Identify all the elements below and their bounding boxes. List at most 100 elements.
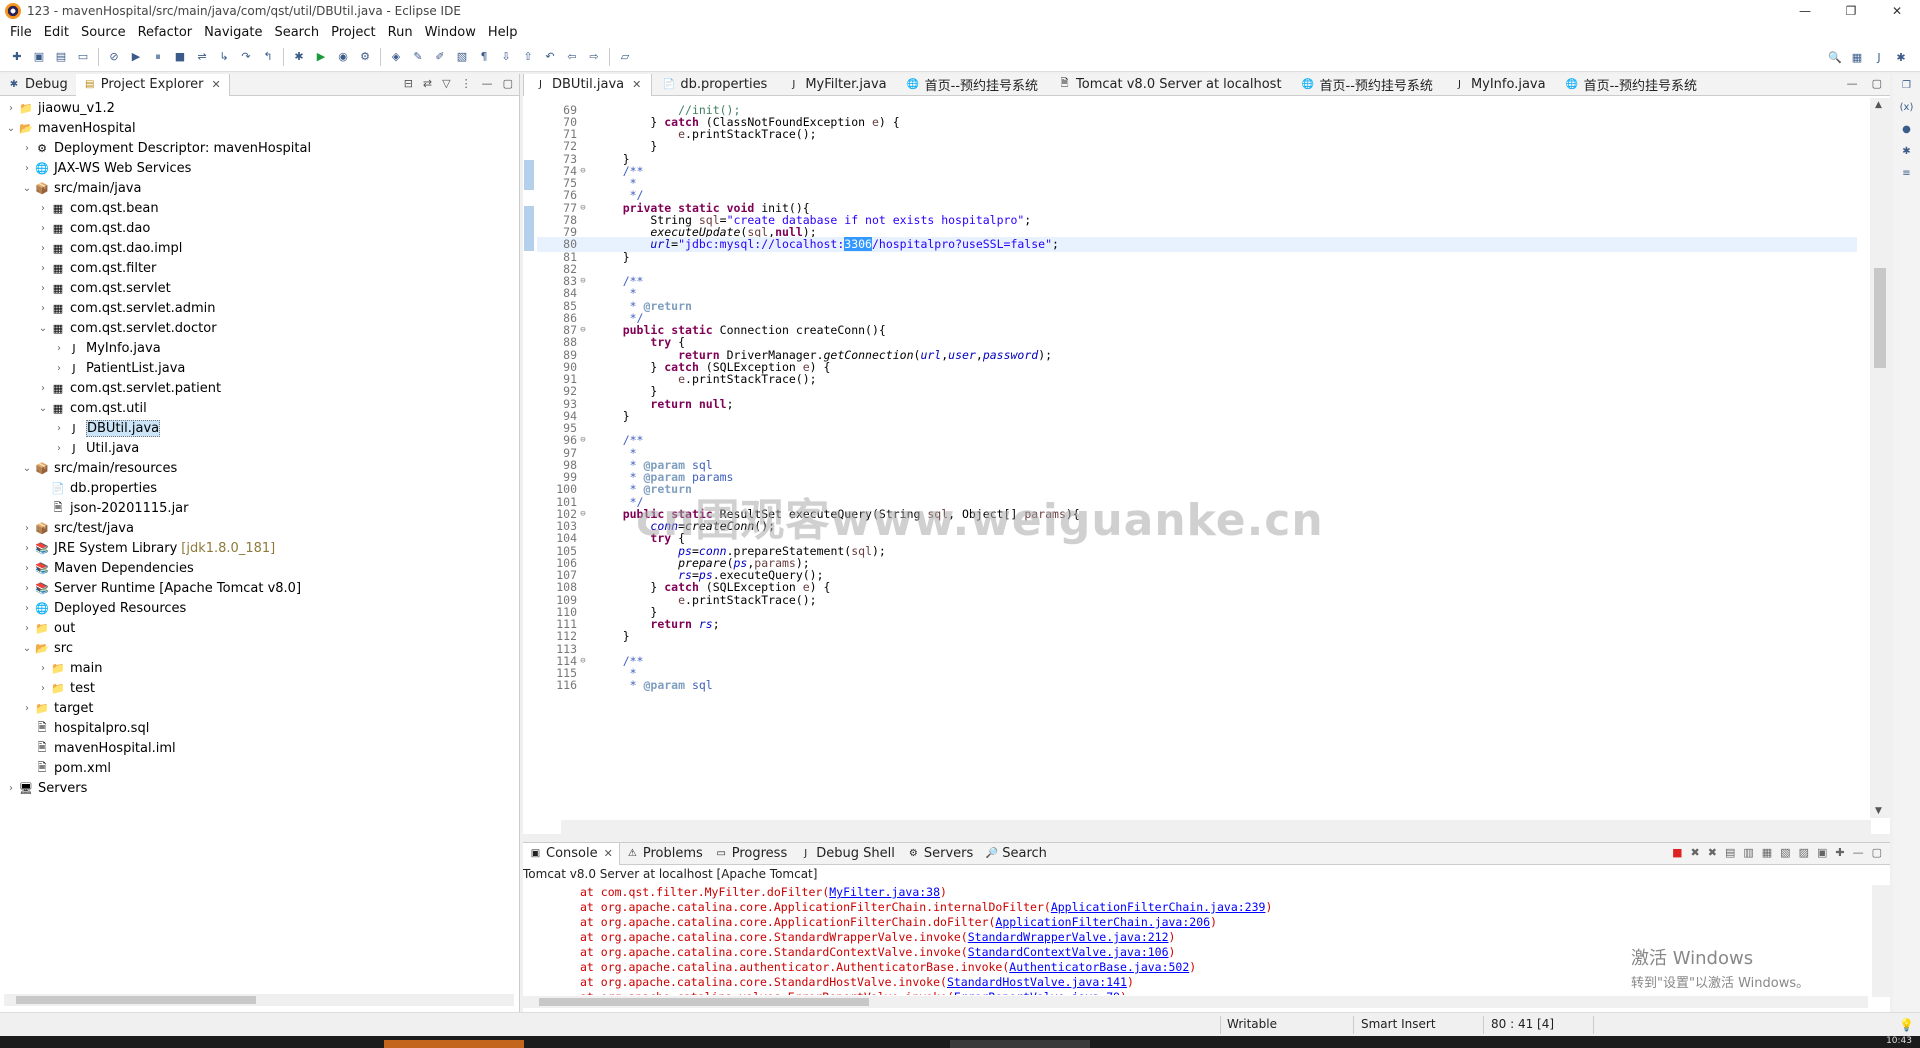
new-icon[interactable]: ✚ [8,48,26,66]
open-console-icon[interactable]: ✚ [1835,846,1844,859]
save-icon[interactable]: ▣ [30,48,48,66]
source-link[interactable]: ApplicationFilterChain.java:239 [1051,900,1266,914]
disconnect-icon[interactable]: ⇌ [193,48,211,66]
menu-source[interactable]: Source [75,25,132,40]
outline-icon[interactable]: ≡ [1899,168,1915,184]
collapsed-twistie-icon[interactable]: › [52,443,66,454]
editor-tab[interactable]: 🌐 首页--预约挂号系统 [1556,74,1707,96]
minimize-icon[interactable]: — [1847,77,1858,90]
step-return-icon[interactable]: ↰ [259,48,277,66]
editor-tab[interactable]: 🌐 首页--预约挂号系统 [897,74,1048,96]
collapsed-twistie-icon[interactable]: › [4,783,18,794]
menu-project[interactable]: Project [325,25,381,40]
resume-icon[interactable]: ▶ [127,48,145,66]
menu-navigate[interactable]: Navigate [198,25,268,40]
tree-item[interactable]: › J PatientList.java [0,358,518,378]
run-icon[interactable]: ▶ [312,48,330,66]
block-selection-icon[interactable]: ▧ [453,48,471,66]
link-editor-icon[interactable]: ⇄ [423,77,432,90]
suspend-icon[interactable]: ⏸ [149,48,167,66]
fold-toggle-icon[interactable]: ⊖ [577,656,589,666]
collapsed-twistie-icon[interactable]: › [20,543,34,554]
collapsed-twistie-icon[interactable]: › [4,103,18,114]
vertical-scrollbar[interactable]: ▲ ▼ [1870,98,1890,818]
step-into-icon[interactable]: ↳ [215,48,233,66]
coverage-icon[interactable]: ◉ [334,48,352,66]
scroll-up-icon[interactable]: ▲ [1875,100,1882,110]
tree-item[interactable]: › J DBUtil.java [0,418,518,438]
taskbar-active-app[interactable] [384,1040,524,1048]
minimize-icon[interactable]: — [1853,846,1864,859]
last-edit-icon[interactable]: ↶ [541,48,559,66]
menu-window[interactable]: Window [419,25,482,40]
tree-item[interactable]: › 📁 test [0,678,518,698]
horizontal-scrollbar[interactable] [561,820,1871,834]
collapsed-twistie-icon[interactable]: › [36,263,50,274]
next-annotation-icon[interactable]: ⇩ [497,48,515,66]
show-on-output-icon[interactable]: ▧ [1780,846,1790,859]
filter-icon[interactable]: ▽ [442,77,450,90]
horizontal-scrollbar[interactable] [4,994,514,1006]
tree-item[interactable]: › 📁 jiaowu_v1.2 [0,98,518,118]
clear-console-icon[interactable]: ▤ [1725,846,1735,859]
console-tab[interactable]: J Debug Shell [793,843,901,865]
open-perspective-icon[interactable]: ▦ [1848,48,1866,66]
mark-occurrences-icon[interactable]: ✐ [431,48,449,66]
collapsed-twistie-icon[interactable]: › [20,603,34,614]
expanded-twistie-icon[interactable]: ⌄ [20,463,34,474]
tree-item[interactable]: › ▦ com.qst.dao.impl [0,238,518,258]
editor-tab[interactable]: J DBUtil.java ✕ [523,73,653,96]
close-icon[interactable]: ✕ [604,847,613,860]
tree-item[interactable]: ⌄ ▦ com.qst.util [0,398,518,418]
restore-button[interactable]: ❐ [1828,0,1874,22]
display-console-icon[interactable]: ▣ [1817,846,1827,859]
tree-item[interactable]: › 📁 main [0,658,518,678]
prev-annotation-icon[interactable]: ⇧ [519,48,537,66]
collapsed-twistie-icon[interactable]: › [36,303,50,314]
search-icon[interactable]: 🔍 [1826,48,1844,66]
remove-launch-icon[interactable]: ✖ [1691,846,1700,859]
collapsed-twistie-icon[interactable]: › [52,343,66,354]
collapsed-twistie-icon[interactable]: › [20,583,34,594]
tree-item[interactable]: › ▦ com.qst.servlet.admin [0,298,518,318]
tab-project-explorer[interactable]: ▤ Project Explorer ✕ [75,73,230,96]
terminate-icon[interactable]: ■ [171,48,189,66]
source-link[interactable]: StandardWrapperValve.java:212 [968,930,1169,944]
tree-item[interactable]: › ▦ com.qst.servlet [0,278,518,298]
scroll-thumb[interactable] [16,996,256,1004]
tree-item[interactable]: › 🌐 JAX-WS Web Services [0,158,518,178]
pin-console-icon[interactable]: ▨ [1799,846,1809,859]
terminal-icon[interactable]: ▭ [74,48,92,66]
fold-toggle-icon[interactable]: ⊖ [577,325,589,335]
maximize-icon[interactable]: ▢ [1872,846,1882,859]
tree-item[interactable]: › 📚 JRE System Library [jdk1.8.0_181] [0,538,518,558]
tree-item[interactable]: ⌄ 📦 src/main/java [0,178,518,198]
tree-item[interactable]: 🗎 pom.xml [0,758,518,778]
back-icon[interactable]: ⇦ [563,48,581,66]
menu-run[interactable]: Run [382,25,419,40]
tree-item[interactable]: › J Util.java [0,438,518,458]
menu-search[interactable]: Search [268,25,325,40]
collapsed-twistie-icon[interactable]: › [20,703,34,714]
tree-item[interactable]: 🗎 hospitalpro.sql [0,718,518,738]
close-icon[interactable]: ✕ [212,78,221,91]
debug-icon[interactable]: ✱ [290,48,308,66]
tree-item[interactable]: › J MyInfo.java [0,338,518,358]
fold-toggle-icon[interactable]: ⊖ [577,509,589,519]
editor-tab[interactable]: 🌐 首页--预约挂号系统 [1292,74,1443,96]
open-type-icon[interactable]: ◈ [387,48,405,66]
collapsed-twistie-icon[interactable]: › [20,523,34,534]
code-line[interactable]: 116 * @param sql [537,678,1857,693]
scroll-lock-icon[interactable]: ▥ [1743,846,1753,859]
close-button[interactable]: ✕ [1874,0,1920,22]
collapse-all-icon[interactable]: ⊟ [404,77,413,90]
collapsed-twistie-icon[interactable]: › [36,283,50,294]
console-horizontal-scrollbar[interactable] [523,996,1868,1008]
fold-toggle-icon[interactable]: ⊖ [577,203,589,213]
tree-item[interactable]: › 📚 Maven Dependencies [0,558,518,578]
show-whitespace-icon[interactable]: ¶ [475,48,493,66]
collapsed-twistie-icon[interactable]: › [20,623,34,634]
tree-item[interactable]: › 📁 target [0,698,518,718]
tree-item[interactable]: › 📦 src/test/java [0,518,518,538]
console-tab[interactable]: 🔎 Search [979,843,1053,865]
